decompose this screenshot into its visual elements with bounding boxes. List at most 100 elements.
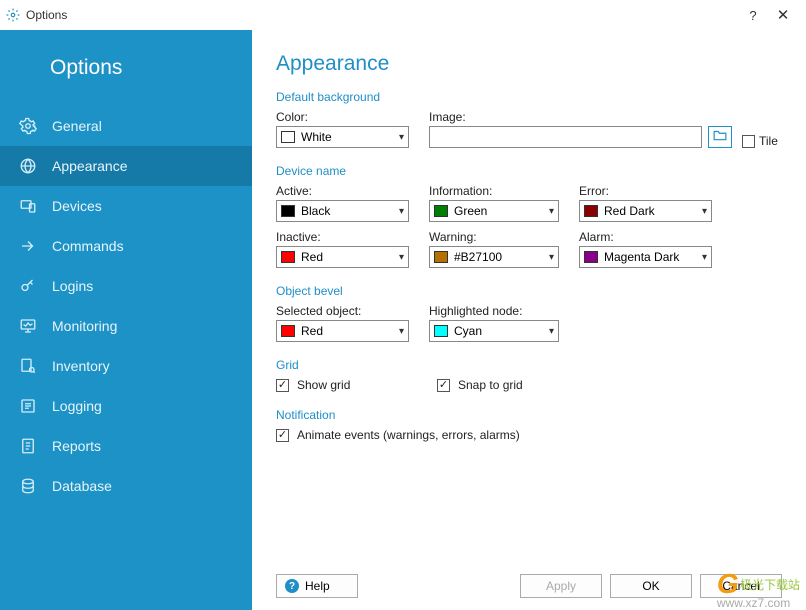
alarm-combo[interactable]: Magenta Dark ▾ bbox=[579, 246, 712, 268]
content-pane: Appearance Default background Color: Whi… bbox=[252, 30, 806, 610]
snap-grid-checkbox[interactable] bbox=[437, 379, 450, 392]
sidebar-item-label: Monitoring bbox=[52, 318, 117, 334]
help-titlebar-button[interactable]: ? bbox=[738, 8, 768, 23]
warning-value: #B27100 bbox=[454, 250, 545, 264]
highlighted-combo[interactable]: Cyan▾ bbox=[429, 320, 559, 342]
show-grid-label: Show grid bbox=[297, 378, 350, 392]
sidebar-item-reports[interactable]: Reports bbox=[0, 426, 252, 466]
chevron-down-icon: ▾ bbox=[702, 206, 707, 217]
chevron-down-icon: ▾ bbox=[399, 252, 404, 263]
snap-grid-label: Snap to grid bbox=[458, 378, 523, 392]
sidebar-item-commands[interactable]: Commands bbox=[0, 226, 252, 266]
section-object-bevel: Object bevel bbox=[276, 284, 782, 298]
color-label: Color: bbox=[276, 110, 409, 124]
swatch bbox=[281, 251, 295, 263]
alarm-value: Magenta Dark bbox=[604, 250, 698, 264]
tile-label: Tile bbox=[759, 134, 778, 148]
search-doc-icon bbox=[18, 356, 38, 376]
sidebar-item-general[interactable]: General bbox=[0, 106, 252, 146]
information-combo[interactable]: Green▾ bbox=[429, 200, 559, 222]
inactive-value: Red bbox=[301, 250, 395, 264]
color-swatch bbox=[281, 131, 295, 143]
sidebar-item-database[interactable]: Database bbox=[0, 466, 252, 506]
key-icon bbox=[18, 276, 38, 296]
swatch bbox=[434, 325, 448, 337]
watermark-logo: G bbox=[717, 568, 737, 600]
chevron-down-icon: ▾ bbox=[399, 132, 404, 143]
chevron-down-icon: ▾ bbox=[549, 326, 554, 337]
section-notification: Notification bbox=[276, 408, 782, 422]
active-value: Black bbox=[301, 204, 395, 218]
window-title: Options bbox=[26, 8, 738, 22]
list-icon bbox=[18, 396, 38, 416]
sidebar-item-label: Database bbox=[52, 478, 112, 494]
ok-label: OK bbox=[642, 579, 659, 593]
sidebar-item-logging[interactable]: Logging bbox=[0, 386, 252, 426]
watermark-text-cn: 极光下载站 bbox=[740, 578, 800, 592]
selected-combo[interactable]: Red ▾ bbox=[276, 320, 409, 342]
error-label: Error: bbox=[579, 184, 712, 198]
document-icon bbox=[18, 436, 38, 456]
sidebar-item-label: Commands bbox=[52, 238, 124, 254]
alarm-label: Alarm: bbox=[579, 230, 712, 244]
swatch bbox=[281, 325, 295, 337]
active-combo[interactable]: Black ▾ bbox=[276, 200, 409, 222]
inactive-label: Inactive: bbox=[276, 230, 409, 244]
arrow-right-icon bbox=[18, 236, 38, 256]
sidebar-item-label: Logins bbox=[52, 278, 93, 294]
animate-events-checkbox[interactable] bbox=[276, 429, 289, 442]
sidebar-item-label: Inventory bbox=[52, 358, 110, 374]
color-value: White bbox=[301, 130, 395, 144]
sidebar-item-label: Logging bbox=[52, 398, 102, 414]
sidebar-item-monitoring[interactable]: Monitoring bbox=[0, 306, 252, 346]
devices-icon bbox=[18, 196, 38, 216]
warning-combo[interactable]: #B27100 ▾ bbox=[429, 246, 559, 268]
error-value: Red Dark bbox=[604, 204, 698, 218]
error-combo[interactable]: Red Dark ▾ bbox=[579, 200, 712, 222]
database-icon bbox=[18, 476, 38, 496]
help-button[interactable]: ? Help bbox=[276, 574, 358, 598]
section-default-background: Default background bbox=[276, 90, 782, 104]
titlebar: Options ? ✕ bbox=[0, 0, 806, 30]
apply-button[interactable]: Apply bbox=[520, 574, 602, 598]
sidebar-item-logins[interactable]: Logins bbox=[0, 266, 252, 306]
close-button[interactable]: ✕ bbox=[768, 6, 798, 24]
show-grid-checkbox[interactable] bbox=[276, 379, 289, 392]
watermark: G 极光下载站 www.xz7.com bbox=[717, 564, 800, 610]
folder-icon bbox=[713, 128, 727, 146]
tile-checkbox[interactable] bbox=[742, 135, 755, 148]
apply-label: Apply bbox=[546, 579, 576, 593]
chevron-down-icon: ▾ bbox=[549, 252, 554, 263]
animate-events-label: Animate events (warnings, errors, alarms… bbox=[297, 428, 520, 442]
inactive-combo[interactable]: Red ▾ bbox=[276, 246, 409, 268]
selected-label: Selected object: bbox=[276, 304, 409, 318]
browse-button[interactable] bbox=[708, 126, 732, 148]
chevron-down-icon: ▾ bbox=[549, 206, 554, 217]
sidebar-item-label: Devices bbox=[52, 198, 102, 214]
highlighted-label: Highlighted node: bbox=[429, 304, 559, 318]
sidebar-item-label: Appearance bbox=[52, 158, 128, 174]
swatch bbox=[281, 205, 295, 217]
information-label: Information: bbox=[429, 184, 559, 198]
ok-button[interactable]: OK bbox=[610, 574, 692, 598]
swatch bbox=[434, 205, 448, 217]
warning-label: Warning: bbox=[429, 230, 559, 244]
chevron-down-icon: ▾ bbox=[399, 206, 404, 217]
active-label: Active: bbox=[276, 184, 409, 198]
help-icon: ? bbox=[285, 579, 299, 593]
selected-value: Red bbox=[301, 324, 395, 338]
sidebar-item-devices[interactable]: Devices bbox=[0, 186, 252, 226]
color-combo[interactable]: White ▾ bbox=[276, 126, 409, 148]
sidebar-item-appearance[interactable]: Appearance bbox=[0, 146, 252, 186]
chevron-down-icon: ▾ bbox=[399, 326, 404, 337]
sidebar-header: Options bbox=[0, 30, 252, 106]
gear-icon bbox=[6, 8, 20, 22]
swatch bbox=[434, 251, 448, 263]
chevron-down-icon: ▾ bbox=[702, 252, 707, 263]
sidebar: Options General Appearance Devices Comma… bbox=[0, 30, 252, 610]
swatch bbox=[584, 205, 598, 217]
monitor-icon bbox=[18, 316, 38, 336]
image-input[interactable] bbox=[429, 126, 702, 148]
section-grid: Grid bbox=[276, 358, 782, 372]
sidebar-item-inventory[interactable]: Inventory bbox=[0, 346, 252, 386]
